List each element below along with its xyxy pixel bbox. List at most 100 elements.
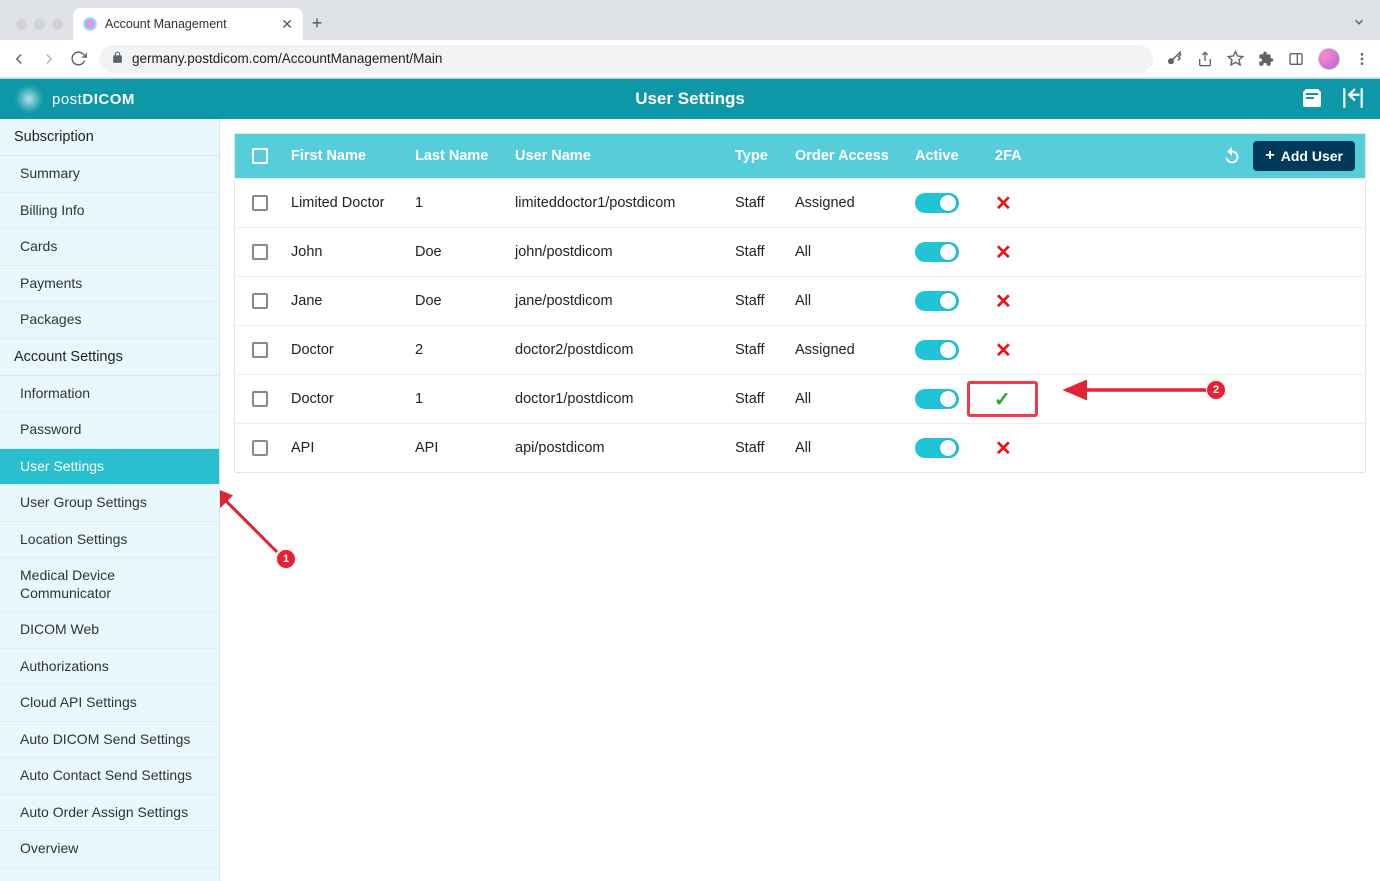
browser-right-icons	[1165, 48, 1370, 70]
col-order-access[interactable]: Order Access	[795, 148, 915, 164]
col-last-name[interactable]: Last Name	[415, 148, 515, 164]
cell-first-name: API	[285, 440, 415, 456]
row-checkbox[interactable]	[252, 244, 268, 260]
sidebar-item[interactable]: Auto Contact Send Settings	[0, 758, 219, 795]
cell-user-name: jane/postdicom	[515, 293, 735, 309]
logo[interactable]: postDICOM	[14, 84, 135, 114]
cell-last-name: 1	[415, 195, 515, 211]
favicon-icon	[83, 17, 97, 31]
sidebar-item[interactable]: Authorizations	[0, 649, 219, 686]
cell-type: Staff	[735, 293, 795, 309]
logo-text: postDICOM	[52, 91, 135, 108]
cell-type: Staff	[735, 195, 795, 211]
table-row[interactable]: Doctor2doctor2/postdicomStaffAssigned✕	[235, 325, 1365, 374]
share-icon[interactable]	[1197, 51, 1213, 67]
tabs-dropdown-icon[interactable]	[1352, 15, 1366, 40]
minimize-window-icon[interactable]	[34, 19, 45, 30]
table-header: First Name Last Name User Name Type Orde…	[235, 134, 1365, 178]
table-row[interactable]: JohnDoejohn/postdicomStaffAll✕	[235, 227, 1365, 276]
refresh-button[interactable]	[1221, 145, 1243, 167]
sidebar-item[interactable]: DICOM Web	[0, 612, 219, 649]
row-checkbox[interactable]	[252, 391, 268, 407]
sidebar-section-title[interactable]: Subscription	[0, 119, 219, 156]
col-active[interactable]: Active	[915, 148, 995, 164]
table-row[interactable]: Doctor1doctor1/postdicomStaffAll✓	[235, 374, 1365, 423]
cell-2fa: ✓	[995, 381, 1075, 417]
row-checkbox[interactable]	[252, 342, 268, 358]
active-toggle[interactable]	[915, 291, 959, 311]
users-table: First Name Last Name User Name Type Orde…	[234, 133, 1366, 473]
x-icon: ✕	[995, 193, 1012, 215]
key-icon[interactable]	[1165, 50, 1183, 68]
table-row[interactable]: APIAPIapi/postdicomStaffAll✕	[235, 423, 1365, 472]
profile-avatar[interactable]	[1318, 48, 1340, 70]
close-window-icon[interactable]	[16, 19, 27, 30]
maximize-window-icon[interactable]	[52, 19, 63, 30]
side-panel-icon[interactable]	[1288, 51, 1304, 67]
sidebar-item[interactable]: Summary	[0, 156, 219, 193]
close-tab-icon[interactable]: ✕	[281, 16, 293, 33]
active-toggle[interactable]	[915, 193, 959, 213]
cell-2fa: ✕	[995, 191, 1075, 216]
cell-order-access: All	[795, 440, 915, 456]
cell-order-access: All	[795, 293, 915, 309]
active-toggle[interactable]	[915, 340, 959, 360]
extensions-icon[interactable]	[1258, 51, 1274, 67]
cell-order-access: All	[795, 244, 915, 260]
add-user-button[interactable]: + Add User	[1253, 141, 1355, 171]
reload-button[interactable]	[70, 50, 87, 67]
sidebar-item[interactable]: Overview	[0, 831, 219, 868]
back-button[interactable]	[10, 50, 28, 68]
sidebar-section-title[interactable]: Account Settings	[0, 339, 219, 376]
browser-tab[interactable]: Account Management ✕	[73, 8, 303, 40]
cell-2fa: ✕	[995, 338, 1075, 363]
col-first-name[interactable]: First Name	[285, 148, 415, 164]
select-all-checkbox[interactable]	[252, 148, 268, 164]
cell-order-access: Assigned	[795, 342, 915, 358]
cell-first-name: Doctor	[285, 342, 415, 358]
browser-toolbar: germany.postdicom.com/AccountManagement/…	[0, 40, 1380, 78]
new-tab-button[interactable]: +	[303, 13, 331, 40]
cell-first-name: Limited Doctor	[285, 195, 415, 211]
active-toggle[interactable]	[915, 389, 959, 409]
table-row[interactable]: Limited Doctor1limiteddoctor1/postdicomS…	[235, 178, 1365, 227]
menu-icon[interactable]	[1354, 51, 1370, 67]
sidebar-item[interactable]: Cards	[0, 229, 219, 266]
sidebar-item[interactable]: Packages	[0, 302, 219, 339]
annotation-arrow-1	[220, 477, 292, 557]
row-checkbox[interactable]	[252, 440, 268, 456]
sidebar-item[interactable]: Cloud API Settings	[0, 685, 219, 722]
cell-first-name: Jane	[285, 293, 415, 309]
bookmark-star-icon[interactable]	[1227, 50, 1244, 67]
sidebar-item[interactable]: Information	[0, 376, 219, 413]
active-toggle[interactable]	[915, 242, 959, 262]
sidebar-item[interactable]: Location Settings	[0, 522, 219, 559]
cell-last-name: 2	[415, 342, 515, 358]
check-icon: ✓	[994, 387, 1011, 412]
sidebar-item[interactable]: Auto Order Assign Settings	[0, 795, 219, 832]
col-user-name[interactable]: User Name	[515, 148, 735, 164]
cell-last-name: 1	[415, 391, 515, 407]
app-header: postDICOM User Settings	[0, 79, 1380, 119]
active-toggle[interactable]	[915, 438, 959, 458]
storage-icon[interactable]	[1300, 86, 1324, 113]
cell-order-access: Assigned	[795, 195, 915, 211]
table-row[interactable]: JaneDoejane/postdicomStaffAll✕	[235, 276, 1365, 325]
cell-first-name: Doctor	[285, 391, 415, 407]
col-2fa[interactable]: 2FA	[995, 148, 1075, 164]
cell-first-name: John	[285, 244, 415, 260]
col-type[interactable]: Type	[735, 148, 795, 164]
sidebar-item[interactable]: Billing Info	[0, 193, 219, 230]
sidebar-item[interactable]: Password	[0, 412, 219, 449]
sidebar-item[interactable]: Medical Device Communicator	[0, 558, 219, 612]
row-checkbox[interactable]	[252, 293, 268, 309]
sidebar-item[interactable]: Payments	[0, 266, 219, 303]
sidebar-item[interactable]: User Group Settings	[0, 485, 219, 522]
row-checkbox[interactable]	[252, 195, 268, 211]
exit-icon[interactable]	[1340, 85, 1366, 114]
cell-type: Staff	[735, 244, 795, 260]
address-bar[interactable]: germany.postdicom.com/AccountManagement/…	[99, 45, 1153, 73]
sidebar-item[interactable]: Auto DICOM Send Settings	[0, 722, 219, 759]
two-fa-highlight: ✓	[967, 381, 1038, 417]
sidebar-item[interactable]: User Settings	[0, 449, 219, 486]
